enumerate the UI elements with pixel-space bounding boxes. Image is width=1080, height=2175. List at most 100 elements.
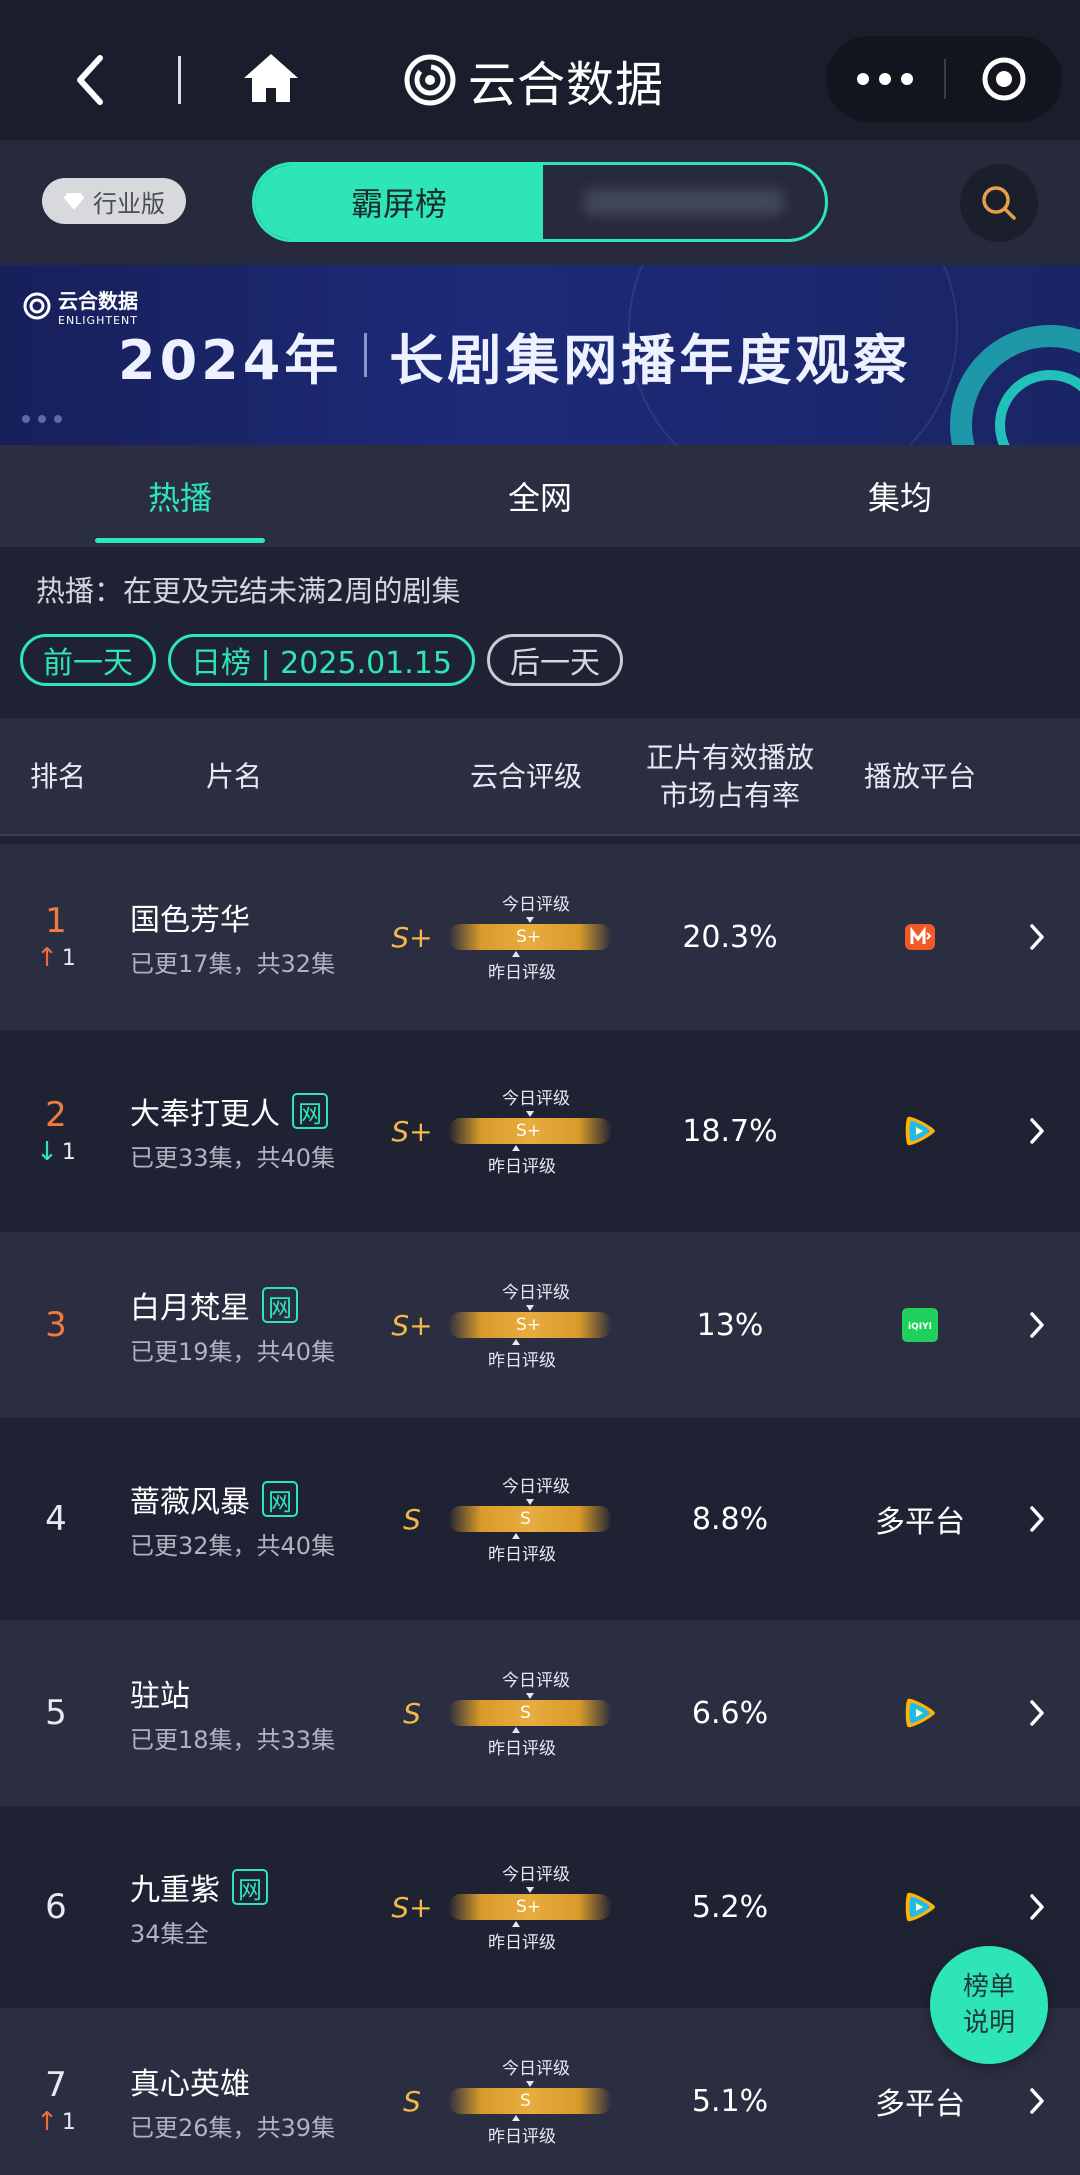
ranking-tabs: 热播 全网 集均 [0, 445, 1080, 547]
grade-meter: 今日评级 S+ 昨日评级 [448, 1080, 612, 1180]
tab-all-network[interactable]: 全网 [360, 445, 720, 547]
iqiyi-icon: iQIYI [860, 1232, 980, 1418]
header-platform: 播放平台 [864, 760, 977, 793]
tab-hot[interactable]: 热播 [0, 445, 360, 547]
table-row[interactable]: 2 ↓ 1 大奉打更人网已更33集，共40集 S+ 今日评级 S+ 昨日评级 18.7% [0, 1038, 1080, 1224]
chevron-right-icon[interactable] [1022, 1038, 1052, 1224]
banner-title: 2024年 长剧集网播年度观察 [118, 328, 912, 392]
drama-info: 国色芳华已更17集，共32集 [130, 896, 335, 979]
rank: 6 [45, 1887, 67, 1927]
drama-title: 国色芳华 [130, 903, 250, 938]
diamond-icon [64, 193, 84, 210]
grade-meter: 今日评级 S 昨日评级 [448, 2050, 612, 2150]
drama-title: 九重紫 [130, 1873, 220, 1908]
chevron-right-icon[interactable] [1022, 1232, 1052, 1418]
market-share: 6.6% [691, 1695, 769, 1731]
search-button[interactable] [960, 164, 1038, 242]
tencent-video-icon [860, 1620, 980, 1806]
episode-count: 已更32集，共40集 [130, 1532, 336, 1560]
list-description: 热播：在更及完结未满2周的剧集 [36, 574, 461, 608]
grade-meter: 今日评级 S+ 昨日评级 [448, 1274, 612, 1374]
episode-count: 34集全 [130, 1920, 209, 1948]
arrow-down-icon: ↓ [36, 1137, 58, 1167]
tab-per-episode[interactable]: 集均 [720, 445, 1080, 547]
grade-meter: 今日评级 S 昨日评级 [448, 1468, 612, 1568]
market-share: 20.3% [682, 919, 778, 955]
brand-name: 云合数据 [468, 57, 665, 113]
home-icon[interactable] [240, 50, 302, 106]
yunhe-grade: S+ [391, 1308, 433, 1342]
chevron-right-icon[interactable] [1022, 1426, 1052, 1612]
drama-info: 驻站已更18集，共33集 [130, 1672, 335, 1755]
drama-title: 白月梵星 [130, 1291, 250, 1326]
episode-count: 已更19集，共40集 [130, 1338, 336, 1366]
yunhe-grade: S [403, 2084, 421, 2118]
yunhe-grade: S+ [391, 1890, 433, 1924]
market-share: 5.2% [691, 1889, 769, 1925]
chart-info-button[interactable]: 榜单 说明 [930, 1946, 1048, 2064]
table-row[interactable]: 5 驻站已更18集，共33集 S 今日评级 S 昨日评级 6.6% [0, 1620, 1080, 1806]
rank: 5 [45, 1693, 67, 1733]
rank: 7 ↑ 1 [36, 2065, 76, 2137]
market-share: 13% [696, 1307, 764, 1343]
chevron-right-icon[interactable] [1022, 844, 1052, 1030]
header-share: 正片有效播放 市场占有率 [645, 741, 814, 812]
table-row[interactable]: 6 九重紫网 34集全 S+ 今日评级 S+ 昨日评级 5.2% [0, 1814, 1080, 2000]
more-icon[interactable] [826, 36, 944, 122]
episode-count: 已更17集，共32集 [130, 950, 336, 978]
rank: 4 [45, 1499, 67, 1539]
sub-header: 行业版 霸屏榜 [0, 140, 1080, 265]
rank: 3 [45, 1305, 67, 1345]
mango-tv-icon [860, 844, 980, 1030]
date-selector[interactable]: 日榜 | 2025.01.15 [168, 634, 475, 686]
edition-badge[interactable]: 行业版 [42, 178, 186, 224]
episode-count: 已更33集，共40集 [130, 1144, 336, 1172]
yunhe-grade: S [403, 1696, 421, 1730]
chevron-right-icon[interactable] [1022, 1620, 1052, 1806]
yunhe-grade: S+ [391, 1114, 433, 1148]
table-row[interactable]: 4 蔷薇风暴网已更32集，共40集 S 今日评级 S 昨日评级 8.8% 多平台 [0, 1426, 1080, 1612]
header-name: 片名 [206, 760, 263, 793]
drama-info: 九重紫网 34集全 [130, 1866, 268, 1949]
rank-change: ↑ 1 [36, 2107, 76, 2137]
market-share: 8.8% [691, 1501, 769, 1537]
close-target-icon[interactable] [946, 36, 1062, 122]
grade-meter: 今日评级 S 昨日评级 [448, 1662, 612, 1762]
market-share: 18.7% [682, 1113, 778, 1149]
back-icon[interactable] [70, 52, 110, 108]
grade-meter: 今日评级 S+ 昨日评级 [448, 886, 612, 986]
rank: 2 ↓ 1 [36, 1095, 76, 1167]
rank-change: ↑ 1 [36, 943, 76, 973]
header-rank: 排名 [29, 760, 86, 793]
web-drama-tag: 网 [262, 1481, 298, 1517]
table-row[interactable]: 3 白月梵星网已更19集，共40集 S+ 今日评级 S+ 昨日评级 13% iQIYI [0, 1232, 1080, 1418]
chart-type-toggle: 霸屏榜 [252, 162, 828, 242]
drama-info: 大奉打更人网已更33集，共40集 [130, 1090, 335, 1173]
web-drama-tag: 网 [292, 1093, 328, 1129]
arrow-up-icon: ↑ [36, 943, 58, 973]
toggle-option-active[interactable]: 霸屏榜 [255, 165, 543, 239]
drama-title: 蔷薇风暴 [130, 1485, 250, 1520]
next-day-button[interactable]: 后一天 [486, 634, 623, 686]
yunhe-grade: S [403, 1502, 421, 1536]
svg-text:iQIYI: iQIYI [908, 1322, 932, 1332]
toggle-option-inactive[interactable] [543, 165, 825, 239]
promo-banner[interactable]: 云合数据 ENLIGHTENT 2024年 长剧集网播年度观察 [0, 265, 1080, 445]
drama-info: 真心英雄 已更26集，共39集 [130, 2060, 335, 2143]
drama-title: 驻站 [130, 1679, 190, 1714]
web-drama-tag: 网 [232, 1869, 268, 1905]
grade-meter: 今日评级 S+ 昨日评级 [448, 1856, 612, 1956]
rank: 1 ↑ 1 [36, 901, 76, 973]
prev-day-button[interactable]: 前一天 [20, 634, 156, 686]
web-drama-tag: 网 [262, 1287, 298, 1323]
yunhe-grade: S+ [391, 920, 433, 954]
banner-pagination [22, 415, 62, 423]
drama-info: 白月梵星网已更19集，共40集 [130, 1284, 335, 1367]
table-row[interactable]: 1 ↑ 1 国色芳华已更17集，共32集 S+ 今日评级 S+ 昨日评级 20.3% [0, 844, 1080, 1030]
drama-info: 蔷薇风暴网已更32集，共40集 [130, 1478, 335, 1561]
rank-change: ↓ 1 [36, 1137, 76, 1167]
episode-count: 已更18集，共33集 [130, 1726, 336, 1754]
header-grade: 云合评级 [470, 760, 583, 793]
platform-label: 多平台 [875, 1505, 965, 1540]
table-row[interactable]: 7 ↑ 1 真心英雄 已更26集，共39集 S 今日评级 S 昨日评级 5.1% 多平台 [0, 2008, 1080, 2175]
